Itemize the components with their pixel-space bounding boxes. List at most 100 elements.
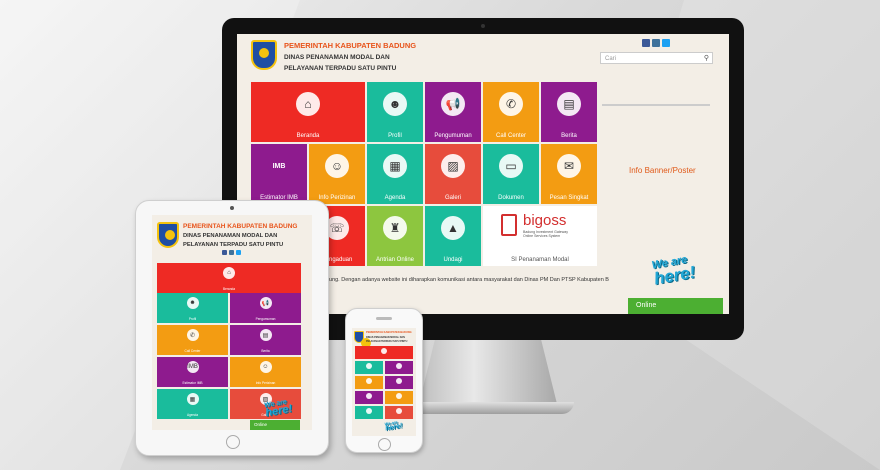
home-icon (381, 348, 387, 354)
megaphone-icon: 📢 (441, 92, 465, 116)
tile-dokumen[interactable]: ▭ Dokumen (483, 144, 539, 204)
phone-we-are-here-badge[interactable]: We are here! (384, 419, 403, 433)
tile-pesan-singkat[interactable]: ✉ Pesan Singkat (541, 144, 597, 204)
tablet-home-button[interactable] (226, 435, 240, 449)
phone-home-button[interactable] (378, 438, 391, 451)
badung-logo[interactable] (157, 222, 179, 248)
tile-info-perizinan[interactable]: ☺ Info Perizinan (309, 144, 365, 204)
tile-label: Call Center (495, 133, 526, 139)
tile-label: Call Center (184, 349, 201, 353)
instagram-icon[interactable] (229, 250, 234, 255)
undagi-icon: ▲ (441, 216, 465, 240)
queue-icon: ♜ (383, 216, 407, 240)
tile-call-center[interactable]: ✆ Call Center (483, 82, 539, 142)
home-icon: ⌂ (223, 267, 235, 279)
phone-tile-beranda[interactable] (355, 346, 413, 359)
imb-icon: IMB (186, 361, 199, 373)
document-user-icon: ☺ (259, 361, 272, 373)
phone-tile-agenda[interactable] (355, 406, 383, 419)
chat-icon: ✉ (557, 154, 581, 178)
tile-pengumuman[interactable]: 📢 Pengumuman (425, 82, 481, 142)
tablet-social-links (222, 250, 241, 255)
monitor-stand (418, 340, 558, 408)
user-icon: ☻ (383, 92, 407, 116)
badung-logo[interactable] (251, 40, 277, 70)
tile-label: Info Perizinan (255, 381, 276, 385)
tablet-tile-agenda[interactable]: ▦ Agenda (157, 389, 228, 419)
document-user-icon: ☺ (325, 154, 349, 178)
tablet-tile-beranda[interactable]: ⌂ Beranda (157, 263, 301, 293)
tile-label: Beranda (296, 133, 320, 139)
phone-tile-estimator-imb[interactable] (355, 391, 383, 404)
tile-estimator-imb[interactable]: IMB Estimator IMB (251, 144, 307, 204)
tile-undagi[interactable]: ▲ Undagi (425, 206, 481, 266)
marquee-text: kabupaten Badung. Dengan adanya website … (292, 277, 609, 283)
tablet-tile-call-center[interactable]: ✆ Call Center (157, 325, 228, 355)
phone-site-title: PEMERINTAH KABUPATEN BADUNG (366, 331, 412, 334)
tablet-device: PEMERINTAH KABUPATEN BADUNG DINAS PENANA… (135, 200, 329, 456)
banner-divider (602, 104, 710, 106)
tile-agenda[interactable]: ▦ Agenda (367, 144, 423, 204)
image-icon: ▨ (441, 154, 465, 178)
phone-speaker (376, 317, 392, 320)
instagram-icon[interactable] (652, 39, 660, 47)
tile-label: Profil (388, 133, 402, 139)
here-text: here! (652, 262, 697, 289)
tablet-tile-berita[interactable]: ▤ Berita (230, 325, 301, 355)
phone-icon: ✆ (186, 329, 199, 341)
badung-logo[interactable] (354, 331, 371, 348)
tablet-tile-estimator-imb[interactable]: IMB Estimator IMB (157, 357, 228, 387)
phone-tile-pengumuman[interactable] (385, 361, 413, 374)
site-subtitle-1: DINAS PENANAMAN MODAL DAN (284, 54, 390, 61)
user-icon: ☻ (186, 297, 199, 309)
phone-tile-info-perizinan[interactable] (385, 391, 413, 404)
tablet-tile-profil[interactable]: ☻ Profil (157, 293, 228, 323)
tile-label: Pengumuman (434, 133, 472, 139)
tile-antrian-online[interactable]: ♜ Antrian Online (367, 206, 423, 266)
twitter-icon[interactable] (662, 39, 670, 47)
tablet-camera (230, 206, 234, 210)
phone-tile-galeri[interactable] (385, 406, 413, 419)
bigoss-logo-icon (501, 214, 517, 236)
image-icon (396, 408, 402, 414)
calendar-icon: ▦ (383, 154, 407, 178)
phone-tile-call-center[interactable] (355, 376, 383, 389)
newspaper-icon (396, 378, 402, 384)
tablet-online-button[interactable]: Online (250, 420, 300, 430)
imb-icon (366, 393, 372, 399)
phone-tile-profil[interactable] (355, 361, 383, 374)
tablet-tile-pengumuman[interactable]: 📢 Pengumuman (230, 293, 301, 323)
facebook-icon[interactable] (222, 250, 227, 255)
newspaper-icon: ▤ (259, 329, 272, 341)
bigoss-name: bigoss (523, 212, 567, 229)
tile-label: Profil (188, 317, 197, 321)
banner-placeholder: Info Banner/Poster (629, 166, 696, 175)
tile-label: Undagi (443, 257, 463, 263)
tile-galeri[interactable]: ▨ Galeri (425, 144, 481, 204)
tile-label: Estimator IMB (182, 381, 203, 385)
site-header: PEMERINTAH KABUPATEN BADUNG DINAS PENANA… (237, 34, 729, 82)
online-chat-button[interactable]: Online (628, 298, 723, 314)
search-input[interactable]: Cari ⚲ (600, 52, 713, 64)
bigoss-tagline-2: Online Services System (523, 234, 561, 238)
twitter-icon[interactable] (236, 250, 241, 255)
phone-site-subtitle-2: PELAYANAN TERPADU SATU PINTU (366, 340, 408, 343)
tablet-site-subtitle-1: DINAS PENANAMAN MODAL DAN (183, 233, 278, 239)
tile-si-penanaman-modal[interactable]: bigoss Badung Investment Gateway Online Se… (483, 206, 597, 266)
tablet-tile-info-perizinan[interactable]: ☺ Info Perizinan (230, 357, 301, 387)
tile-berita[interactable]: ▤ Berita (541, 82, 597, 142)
tablet-site-subtitle-2: PELAYANAN TERPADU SATU PINTU (183, 242, 284, 248)
site-subtitle-2: PELAYANAN TERPADU SATU PINTU (284, 65, 397, 72)
we-are-here-badge[interactable]: We are here! (651, 254, 697, 289)
phone-icon: ✆ (499, 92, 523, 116)
tile-profil[interactable]: ☻ Profil (367, 82, 423, 142)
phone-screen: PEMERINTAH KABUPATEN BADUNG DINAS PENANA… (352, 328, 416, 436)
tile-beranda[interactable]: ⌂ Beranda (251, 82, 365, 142)
facebook-icon[interactable] (642, 39, 650, 47)
search-icon[interactable]: ⚲ (704, 53, 709, 65)
phone-icon (366, 378, 372, 384)
camera-dot (481, 24, 485, 28)
phone-tile-berita[interactable] (385, 376, 413, 389)
tile-label: SI Penanaman Modal (511, 257, 569, 263)
user-icon (366, 363, 372, 369)
